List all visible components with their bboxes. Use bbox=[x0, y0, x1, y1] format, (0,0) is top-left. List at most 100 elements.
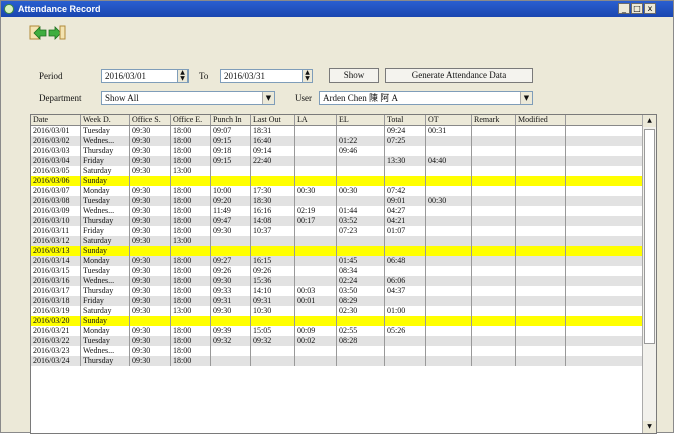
table-cell bbox=[337, 246, 385, 256]
chevron-down-icon[interactable]: ▼ bbox=[520, 92, 532, 104]
vertical-scrollbar[interactable]: ▲ ▼ bbox=[642, 115, 656, 433]
from-date-field[interactable]: 2016/03/01 bbox=[101, 69, 189, 83]
table-row[interactable]: 2016/03/10 Thursday 09:30 18:00 09:47 14:08 00… bbox=[31, 216, 643, 226]
table-row[interactable]: 2016/03/04 Friday 09:30 18:00 09:15 22:40 13:3… bbox=[31, 156, 643, 166]
table-row[interactable]: 2016/03/18 Friday 09:30 18:00 09:31 09:31 00:0… bbox=[31, 296, 643, 306]
attendance-table[interactable]: Date Week D. Office S. Office E. Punch In Las… bbox=[30, 114, 657, 434]
table-row[interactable]: 2016/03/12 Saturday 09:30 13:00 bbox=[31, 236, 643, 246]
table-row[interactable]: 2016/03/13 Sunday bbox=[31, 246, 643, 256]
table-cell: 00:09 bbox=[295, 326, 337, 336]
table-cell bbox=[171, 316, 211, 326]
to-date-field[interactable]: 2016/03/31 bbox=[220, 69, 313, 83]
to-date-spinner[interactable]: ▲ ▼ bbox=[302, 69, 313, 83]
period-label: Period bbox=[39, 71, 63, 81]
table-cell: 2016/03/19 bbox=[31, 306, 81, 316]
scroll-thumb[interactable] bbox=[644, 129, 655, 344]
table-cell bbox=[472, 216, 516, 226]
back-button[interactable] bbox=[29, 25, 47, 41]
table-cell bbox=[426, 316, 472, 326]
table-cell bbox=[472, 236, 516, 246]
table-cell: 05:26 bbox=[385, 326, 426, 336]
table-cell bbox=[426, 276, 472, 286]
table-row[interactable]: 2016/03/15 Tuesday 09:30 18:00 09:26 09:26 08:… bbox=[31, 266, 643, 276]
generate-attendance-button[interactable]: Generate Attendance Data bbox=[385, 68, 533, 83]
scroll-down-icon[interactable]: ▼ bbox=[643, 421, 656, 433]
minimize-button[interactable]: _ bbox=[618, 3, 630, 14]
table-cell bbox=[426, 306, 472, 316]
table-row[interactable]: 2016/03/19 Saturday 09:30 13:00 09:30 10:30 02… bbox=[31, 306, 643, 316]
table-cell bbox=[385, 236, 426, 246]
table-cell: 09:20 bbox=[211, 196, 251, 206]
table-cell: Friday bbox=[81, 226, 130, 236]
close-button[interactable]: x bbox=[644, 3, 656, 14]
table-cell bbox=[337, 196, 385, 206]
table-cell: 09:07 bbox=[211, 126, 251, 136]
table-cell: 09:30 bbox=[130, 356, 171, 366]
column-header[interactable]: Office E. bbox=[171, 115, 211, 125]
table-cell bbox=[516, 286, 566, 296]
table-row[interactable]: 2016/03/21 Monday 09:30 18:00 09:39 15:05 00:0… bbox=[31, 326, 643, 336]
table-cell: 2016/03/10 bbox=[31, 216, 81, 226]
table-cell: 09:15 bbox=[211, 156, 251, 166]
from-date-spinner[interactable]: ▲ ▼ bbox=[177, 69, 188, 83]
table-row[interactable]: 2016/03/14 Monday 09:30 18:00 09:27 16:15 01:4… bbox=[31, 256, 643, 266]
table-cell: Tuesday bbox=[81, 266, 130, 276]
table-cell: 18:00 bbox=[171, 346, 211, 356]
column-header[interactable]: Total bbox=[385, 115, 426, 125]
table-row[interactable]: 2016/03/24 Thursday 09:30 18:00 bbox=[31, 356, 643, 366]
forward-button[interactable] bbox=[48, 25, 66, 41]
table-cell: 07:42 bbox=[385, 186, 426, 196]
column-header[interactable]: Office S. bbox=[130, 115, 171, 125]
column-header[interactable]: Week D. bbox=[81, 115, 130, 125]
table-row[interactable]: 2016/03/16 Wednes... 09:30 18:00 09:30 15:36 0… bbox=[31, 276, 643, 286]
table-row[interactable]: 2016/03/07 Monday 09:30 18:00 10:00 17:30 00:3… bbox=[31, 186, 643, 196]
table-row[interactable]: 2016/03/09 Wednes... 09:30 18:00 11:49 16:16 0… bbox=[31, 206, 643, 216]
table-cell bbox=[211, 166, 251, 176]
table-row[interactable]: 2016/03/03 Thursday 09:30 18:00 09:18 09:14 09… bbox=[31, 146, 643, 156]
table-cell bbox=[426, 356, 472, 366]
table-cell: 09:30 bbox=[130, 126, 171, 136]
column-header[interactable]: Modified bbox=[516, 115, 566, 125]
table-row[interactable]: 2016/03/22 Tuesday 09:30 18:00 09:32 09:32 00:… bbox=[31, 336, 643, 346]
column-header[interactable]: LA bbox=[295, 115, 337, 125]
table-cell: 15:36 bbox=[251, 276, 295, 286]
column-header[interactable]: Remark bbox=[472, 115, 516, 125]
table-row[interactable]: 2016/03/20 Sunday bbox=[31, 316, 643, 326]
table-cell: 09:32 bbox=[211, 336, 251, 346]
column-header[interactable]: Date bbox=[31, 115, 81, 125]
table-cell bbox=[472, 246, 516, 256]
table-row[interactable]: 2016/03/05 Saturday 09:30 13:00 bbox=[31, 166, 643, 176]
table-cell bbox=[295, 346, 337, 356]
table-cell: 09:30 bbox=[130, 286, 171, 296]
table-cell: Wednes... bbox=[81, 346, 130, 356]
app-icon bbox=[4, 4, 14, 14]
table-cell: 14:08 bbox=[251, 216, 295, 226]
table-row[interactable]: 2016/03/08 Tuesday 09:30 18:00 09:20 18:30 09:… bbox=[31, 196, 643, 206]
table-cell bbox=[295, 146, 337, 156]
maximize-button[interactable]: □ bbox=[631, 3, 643, 14]
chevron-down-icon[interactable]: ▼ bbox=[262, 92, 274, 104]
column-header[interactable]: OT bbox=[426, 115, 472, 125]
table-cell bbox=[251, 166, 295, 176]
table-row[interactable]: 2016/03/11 Friday 09:30 18:00 09:30 10:37 07:2… bbox=[31, 226, 643, 236]
show-button[interactable]: Show bbox=[329, 68, 379, 83]
table-row[interactable]: 2016/03/02 Wednes... 09:30 18:00 09:15 16:40 0… bbox=[31, 136, 643, 146]
table-cell bbox=[472, 226, 516, 236]
table-cell: 09:30 bbox=[130, 146, 171, 156]
department-select[interactable]: Show All ▼ bbox=[101, 91, 275, 105]
column-header[interactable]: Punch In bbox=[211, 115, 251, 125]
table-row[interactable]: 2016/03/23 Wednes... 09:30 18:00 bbox=[31, 346, 643, 356]
table-cell: 18:00 bbox=[171, 326, 211, 336]
table-cell: 02:19 bbox=[295, 206, 337, 216]
user-select[interactable]: Arden Chen 陳 阿 A ▼ bbox=[319, 91, 533, 105]
table-row[interactable]: 2016/03/17 Thursday 09:30 18:00 09:33 14:10 00… bbox=[31, 286, 643, 296]
scroll-up-icon[interactable]: ▲ bbox=[643, 115, 656, 127]
table-row[interactable]: 2016/03/01 Tuesday 09:30 18:00 09:07 18:31 09:… bbox=[31, 126, 643, 136]
title-bar[interactable]: Attendance Record _ □ x bbox=[1, 1, 673, 17]
table-cell: 09:30 bbox=[211, 276, 251, 286]
column-header[interactable]: Last Out bbox=[251, 115, 295, 125]
table-cell bbox=[295, 156, 337, 166]
table-row[interactable]: 2016/03/06 Sunday bbox=[31, 176, 643, 186]
column-header[interactable]: EL bbox=[337, 115, 385, 125]
table-cell: 09:30 bbox=[130, 136, 171, 146]
